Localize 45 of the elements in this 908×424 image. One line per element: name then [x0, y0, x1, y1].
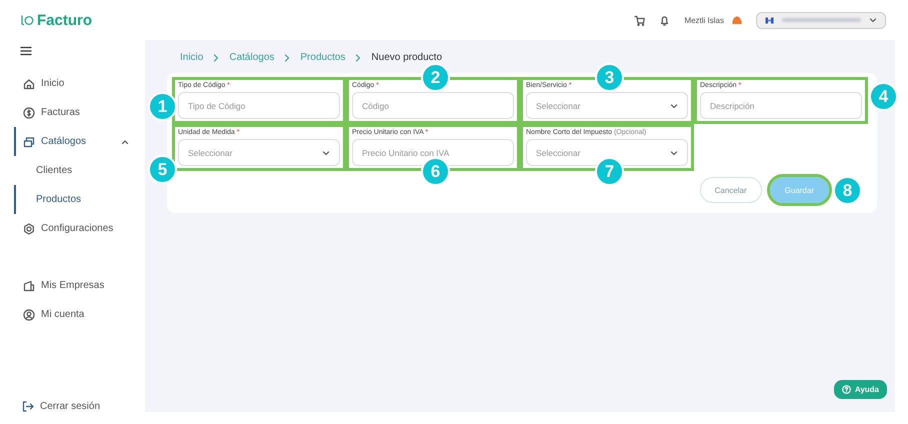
callout-badge: 7 — [595, 157, 624, 186]
bell-icon — [659, 14, 670, 26]
input-field[interactable]: Descripción — [700, 92, 862, 119]
user-icon — [23, 308, 35, 320]
callout-badge: 4 — [869, 82, 898, 111]
chevron-right-icon — [284, 54, 290, 62]
building-icon — [23, 280, 35, 292]
logo-text: Facturo — [37, 12, 92, 28]
chevron-down-icon — [670, 150, 678, 156]
sidebar-item[interactable]: Configuraciones — [14, 214, 145, 243]
breadcrumb-current: Nuevo producto — [371, 52, 442, 63]
input-field[interactable]: Código — [352, 92, 514, 119]
dollar-coin-icon — [23, 106, 35, 118]
menu-icon[interactable] — [20, 46, 32, 56]
callout-badge: 3 — [595, 63, 624, 92]
chevron-down-icon — [670, 102, 678, 108]
avatar-icon — [732, 15, 742, 25]
callout-badge: 2 — [421, 63, 450, 92]
chevron-right-icon — [213, 54, 220, 62]
caret-up-icon — [121, 138, 129, 144]
callout-badge: 6 — [421, 157, 450, 186]
chevron-down-icon — [322, 150, 330, 156]
logout-icon — [22, 401, 34, 412]
callout-badge: 5 — [148, 155, 177, 184]
chevron-right-icon — [355, 54, 362, 62]
settings-icon — [23, 222, 35, 234]
logo-icon — [20, 14, 34, 26]
home-icon — [23, 78, 35, 90]
input-field[interactable]: Tipo de Código — [178, 92, 340, 119]
chevron-down-icon — [869, 17, 877, 23]
callout-badge: 1 — [148, 92, 177, 121]
sidebar-subitem[interactable]: Clientes — [14, 156, 145, 185]
sidebar-item[interactable]: Mi cuenta — [14, 300, 145, 329]
callout-badge: 8 — [833, 176, 862, 205]
sidebar-item[interactable]: Facturas — [14, 98, 145, 127]
user-name[interactable]: Meztli Islas — [684, 16, 724, 24]
logout-link[interactable]: Cerrar sesión — [0, 401, 145, 412]
sidebar-item[interactable]: Mis Empresas — [14, 271, 145, 300]
company-selector[interactable] — [756, 12, 886, 28]
flag-icon — [765, 16, 774, 24]
sidebar-item[interactable]: Inicio — [14, 69, 145, 98]
cart-icon — [634, 14, 646, 26]
input-field[interactable]: Precio Unitario con IVA — [352, 139, 514, 166]
folders-icon — [23, 136, 35, 148]
help-icon — [842, 385, 851, 394]
